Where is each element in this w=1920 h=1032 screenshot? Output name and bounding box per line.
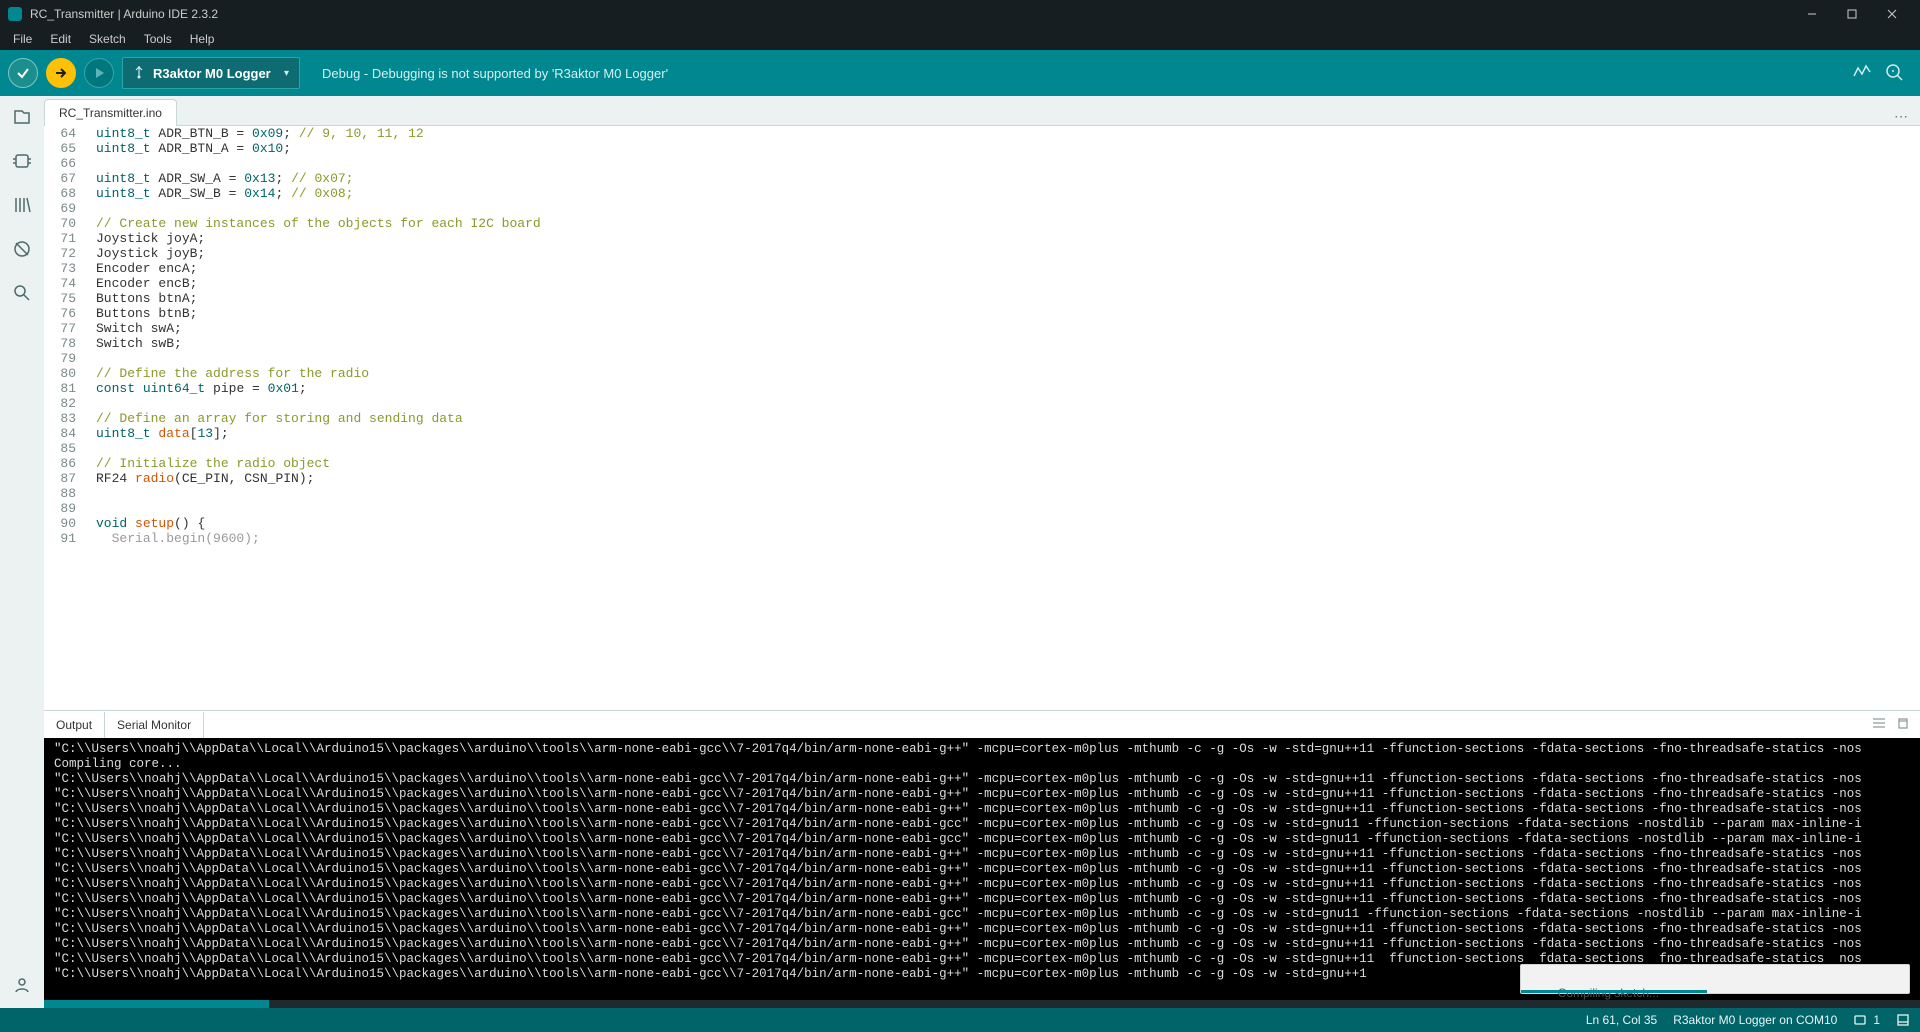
bottom-progress-fill xyxy=(44,1000,269,1008)
boards-manager-icon[interactable] xyxy=(11,150,33,172)
status-notifications-count: 1 xyxy=(1873,1013,1880,1027)
status-cursor-position[interactable]: Ln 61, Col 35 xyxy=(1586,1013,1657,1027)
window-maximize-button[interactable] xyxy=(1832,0,1872,28)
output-console[interactable]: "C:\\Users\\noahj\\AppData\\Local\\Ardui… xyxy=(44,738,1920,1000)
verify-button[interactable] xyxy=(8,58,38,88)
menu-file[interactable]: File xyxy=(6,30,39,48)
editor-gutter: 64 65 66 67 68 69 70 71 72 73 74 75 76 7… xyxy=(44,126,84,710)
window-close-button[interactable] xyxy=(1872,0,1912,28)
debug-button[interactable] xyxy=(84,58,114,88)
chevron-down-icon: ▾ xyxy=(284,68,289,79)
tab-serial-monitor[interactable]: Serial Monitor xyxy=(105,712,204,738)
window-minimize-button[interactable] xyxy=(1792,0,1832,28)
window-title: RC_Transmitter | Arduino IDE 2.3.2 xyxy=(30,7,218,21)
status-close-panel-icon[interactable] xyxy=(1896,1013,1910,1027)
menubar: File Edit Sketch Tools Help xyxy=(0,28,1920,50)
arduino-app-icon xyxy=(8,7,22,21)
editor-code-area[interactable]: uint8_t ADR_BTN_B = 0x09; // 9, 10, 11, … xyxy=(84,126,1920,710)
code-editor[interactable]: 64 65 66 67 68 69 70 71 72 73 74 75 76 7… xyxy=(44,126,1920,710)
library-manager-icon[interactable] xyxy=(11,194,33,216)
board-selector[interactable]: R3aktor M0 Logger ▾ xyxy=(122,57,300,89)
output-options-icon[interactable] xyxy=(1872,716,1886,733)
tab-output[interactable]: Output xyxy=(44,712,105,738)
bottom-panel-tabs: Output Serial Monitor xyxy=(44,710,1920,738)
compiling-toast: Compiling sketch... xyxy=(1520,964,1910,994)
status-board-port[interactable]: R3aktor M0 Logger on COM10 xyxy=(1673,1013,1837,1027)
search-icon[interactable] xyxy=(11,282,33,304)
menu-edit[interactable]: Edit xyxy=(43,30,78,48)
statusbar: Ln 61, Col 35 R3aktor M0 Logger on COM10… xyxy=(0,1008,1920,1032)
tab-overflow-icon[interactable]: ⋯ xyxy=(1882,108,1920,125)
usb-icon xyxy=(133,65,145,82)
window-titlebar: RC_Transmitter | Arduino IDE 2.3.2 xyxy=(0,0,1920,28)
editor-tab-active[interactable]: RC_Transmitter.ino xyxy=(44,99,177,126)
status-notifications[interactable]: 1 xyxy=(1853,1013,1880,1027)
debug-unsupported-message: Debug - Debugging is not supported by 'R… xyxy=(322,66,668,81)
upload-button[interactable] xyxy=(46,58,76,88)
compiling-toast-text: Compiling sketch... xyxy=(1558,986,1659,1000)
bottom-progress-track xyxy=(44,1000,1920,1008)
output-clear-icon[interactable] xyxy=(1896,716,1910,733)
compiling-progress-bar xyxy=(1521,990,1707,994)
debug-panel-icon[interactable] xyxy=(11,238,33,260)
toolbar: R3aktor M0 Logger ▾ Debug - Debugging is… xyxy=(0,50,1920,96)
account-icon[interactable] xyxy=(11,974,33,996)
activity-bar xyxy=(0,96,44,1008)
serial-monitor-icon[interactable] xyxy=(1884,62,1904,85)
menu-help[interactable]: Help xyxy=(183,30,222,48)
editor-tabbar: RC_Transmitter.ino ⋯ xyxy=(44,96,1920,126)
board-selector-label: R3aktor M0 Logger xyxy=(153,66,271,81)
menu-tools[interactable]: Tools xyxy=(137,30,179,48)
serial-plotter-icon[interactable] xyxy=(1852,62,1872,85)
sketchbook-icon[interactable] xyxy=(11,106,33,128)
menu-sketch[interactable]: Sketch xyxy=(82,30,133,48)
editor-tab-label: RC_Transmitter.ino xyxy=(59,106,162,120)
